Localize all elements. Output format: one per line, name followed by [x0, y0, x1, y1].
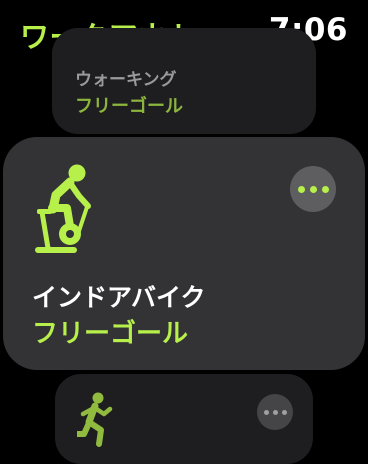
- indoor-cycle-icon: [35, 164, 91, 253]
- workout-goal: フリーゴール: [75, 96, 183, 117]
- more-options-button[interactable]: [257, 394, 293, 430]
- workout-name: ウォーキング: [75, 70, 177, 90]
- workout-card-walking[interactable]: ウォーキング フリーゴール: [52, 28, 316, 134]
- workout-name: インドアバイク: [32, 283, 206, 312]
- more-icon: [297, 185, 329, 193]
- more-icon: [263, 409, 287, 415]
- running-icon: [77, 392, 113, 447]
- more-options-button[interactable]: [290, 166, 336, 212]
- workout-goal: フリーゴール: [32, 319, 189, 349]
- workout-card-indoor-cycle[interactable]: インドアバイク フリーゴール: [3, 137, 365, 370]
- workout-card-running[interactable]: [55, 374, 313, 464]
